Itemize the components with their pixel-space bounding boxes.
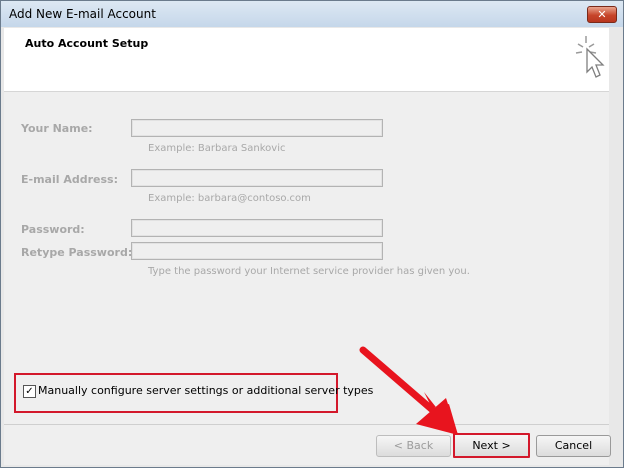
- close-button[interactable]: ✕: [587, 6, 617, 23]
- your-name-label: Your Name:: [21, 122, 93, 135]
- manual-config-label[interactable]: Manually configure server settings or ad…: [38, 384, 373, 397]
- email-address-hint: Example: barbara@contoso.com: [148, 193, 311, 204]
- close-icon: ✕: [597, 8, 607, 21]
- retype-password-input[interactable]: [131, 242, 383, 260]
- page-title: Auto Account Setup: [25, 37, 149, 50]
- button-bar: < Back Next > Cancel: [4, 424, 611, 465]
- your-name-hint: Example: Barbara Sankovic: [148, 143, 286, 154]
- back-button[interactable]: < Back: [376, 435, 451, 457]
- window-title: Add New E-mail Account: [9, 7, 156, 21]
- next-button[interactable]: Next >: [453, 433, 530, 458]
- password-hint: Type the password your Internet service …: [148, 266, 470, 277]
- wizard-cursor-icon: [575, 36, 605, 78]
- wizard-header: Auto Account Setup: [4, 28, 609, 92]
- manual-config-checkbox[interactable]: ✓: [23, 385, 36, 398]
- password-input[interactable]: [131, 219, 383, 237]
- cancel-button[interactable]: Cancel: [536, 435, 611, 457]
- manual-config-highlight: ✓ Manually configure server settings or …: [14, 373, 373, 413]
- check-icon: ✓: [25, 386, 34, 397]
- add-email-account-dialog: Add New E-mail Account ✕ Auto Account Se…: [0, 0, 624, 468]
- password-label: Password:: [21, 223, 85, 236]
- account-form: Your Name: Example: Barbara Sankovic E-m…: [4, 92, 609, 424]
- your-name-input[interactable]: [131, 119, 383, 137]
- retype-password-label: Retype Password:: [21, 246, 133, 259]
- email-address-input[interactable]: [131, 169, 383, 187]
- email-address-label: E-mail Address:: [21, 173, 118, 186]
- title-bar: Add New E-mail Account ✕: [1, 1, 623, 27]
